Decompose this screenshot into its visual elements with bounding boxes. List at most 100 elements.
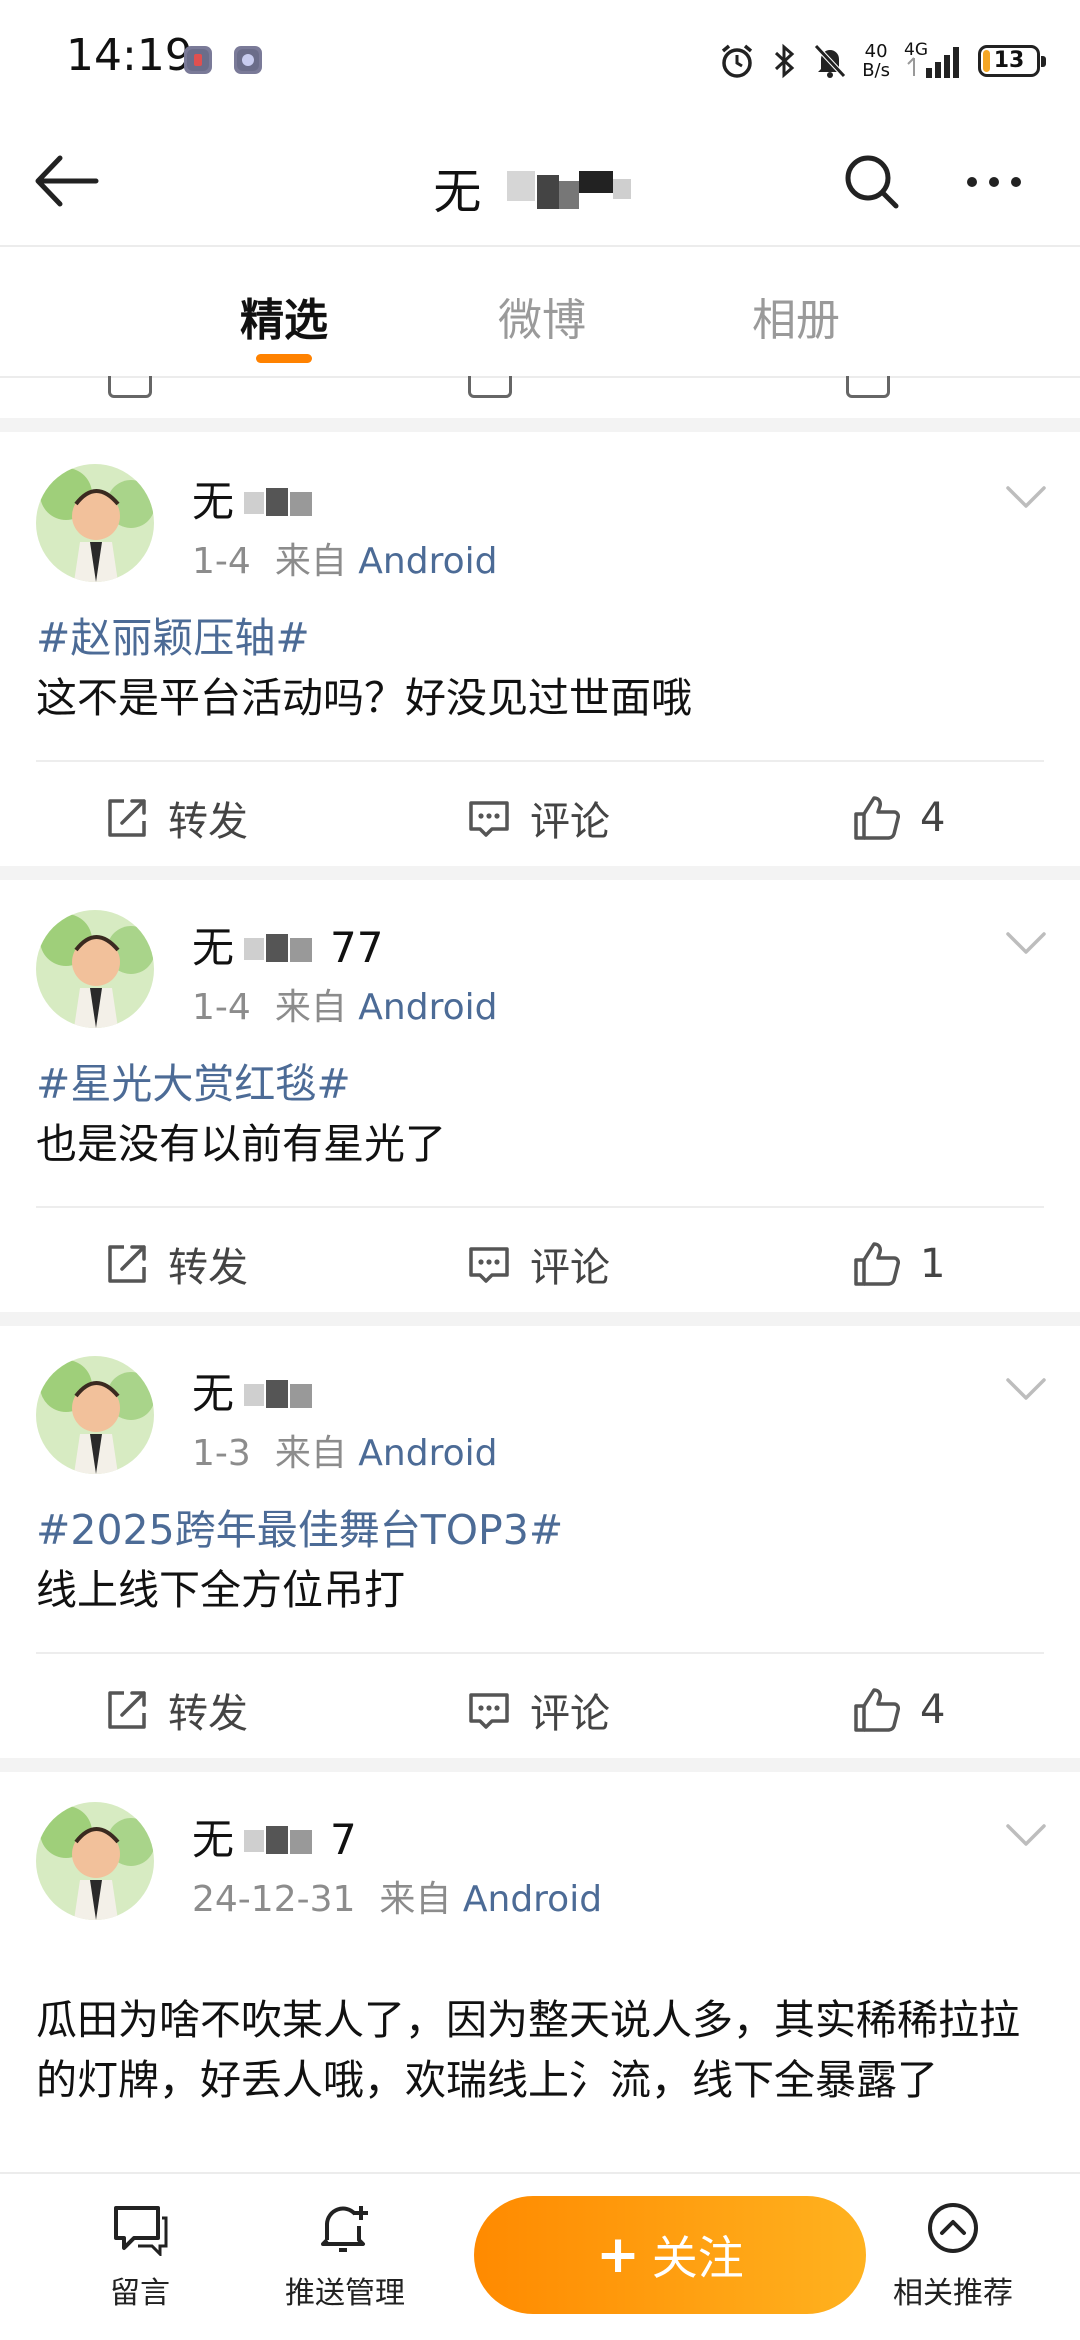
post-card[interactable]: 无 7 24-12-31 来自 Android 瓜田为啥不吹某人了，因为整天说人多，其实… — [0, 1758, 1080, 2198]
signal-icon: 4G — [904, 40, 964, 80]
post-username[interactable]: 无 — [192, 1360, 330, 1424]
like-icon — [846, 376, 890, 398]
like-icon — [854, 1242, 900, 1286]
redacted-username-block — [234, 1370, 330, 1424]
like-button[interactable]: 1 — [852, 1236, 945, 1292]
avatar[interactable] — [36, 910, 154, 1028]
repost-button[interactable]: 转发 — [104, 1236, 248, 1292]
repost-button[interactable]: 转发 — [104, 790, 248, 846]
post-text: #星光大赏红毯# 也是没有以前有星光了 — [36, 1054, 1046, 1174]
post-meta: 24-12-31 来自 Android — [192, 1870, 602, 1922]
redacted-username-block — [234, 478, 330, 532]
repost-icon — [108, 799, 146, 837]
more-icon[interactable] — [962, 150, 1026, 214]
avatar[interactable] — [36, 1356, 154, 1474]
alarm-icon — [722, 44, 753, 78]
post-source: Android — [358, 987, 498, 1028]
message-icon — [114, 2206, 168, 2258]
action-divider — [36, 1206, 1044, 1208]
post-topic-link[interactable]: #星光大赏红毯# — [36, 1054, 1046, 1114]
post-body: 瓜田为啥不吹某人了，因为整天说人多，其实稀稀拉拉的灯牌，好丢人哦，欢瑞线上氵流，… — [36, 1996, 1020, 2104]
profile-tabs: 精选 微博 相册 — [0, 246, 1080, 376]
tab-featured[interactable]: 精选 — [240, 284, 328, 348]
post-from: 来自 — [379, 1879, 452, 1920]
redacted-username-block — [234, 924, 330, 978]
post-topic-link[interactable]: #2025跨年最佳舞台TOP3# — [36, 1500, 1046, 1560]
avatar[interactable] — [36, 1802, 154, 1920]
net-speed: 40 B/s — [862, 41, 890, 81]
post-source: Android — [358, 541, 498, 582]
bottom-bar: 留言 推送管理 + 关注 相关推荐 — [0, 2172, 1080, 2340]
comment-icon — [468, 376, 512, 398]
status-bar: 14:19 40 B/s 4G 13 — [0, 0, 1080, 120]
action-divider — [36, 1652, 1044, 1654]
previous-post-actions — [0, 376, 1080, 418]
tab-album[interactable]: 相册 — [752, 284, 840, 348]
post-text: #2025跨年最佳舞台TOP3# 线上线下全方位吊打 — [36, 1500, 1046, 1620]
comment-button[interactable]: 评论 — [466, 1236, 610, 1292]
redacted-username-block — [234, 1816, 330, 1870]
post-date: 1-3 — [192, 1433, 251, 1474]
repost-button[interactable]: 转发 — [104, 1682, 248, 1738]
post-username[interactable]: 无 — [192, 468, 330, 532]
post-meta: 1-3 来自 Android — [192, 1424, 497, 1476]
like-button[interactable]: 4 — [852, 790, 945, 846]
post-source: Android — [462, 1879, 603, 1920]
bluetooth-icon — [775, 43, 795, 79]
repost-icon — [108, 1691, 146, 1729]
post-text: #赵丽颖压轴# 这不是平台活动吗？好没见过世面哦 — [36, 608, 1046, 728]
like-button[interactable]: 4 — [852, 1682, 945, 1738]
avatar[interactable] — [36, 464, 154, 582]
post-meta: 1-4 来自 Android — [192, 532, 497, 584]
redacted-name-block — [497, 161, 647, 229]
post-source: Android — [358, 1433, 498, 1474]
like-icon — [854, 796, 900, 840]
comment-button[interactable]: 评论 — [466, 790, 610, 846]
notification-icon — [184, 46, 212, 74]
nav-bar: 无 — [0, 120, 1080, 245]
status-time: 14:19 — [66, 30, 193, 81]
repost-icon — [108, 1245, 146, 1283]
post-from: 来自 — [274, 1433, 347, 1474]
post-date: 1-4 — [192, 987, 251, 1028]
post-date: 1-4 — [192, 541, 251, 582]
post-from: 来自 — [274, 541, 347, 582]
post-from: 来自 — [274, 987, 347, 1028]
mute-icon — [814, 44, 847, 78]
chevron-down-icon[interactable] — [1004, 482, 1048, 512]
push-manage-button[interactable]: 推送管理 — [260, 2200, 430, 2312]
message-button[interactable]: 留言 — [55, 2200, 225, 2312]
bell-plus-icon — [321, 2206, 368, 2252]
tab-weibo[interactable]: 微博 — [498, 284, 586, 348]
profile-title: 无 — [0, 152, 1080, 229]
post-meta: 1-4 来自 Android — [192, 978, 497, 1030]
chevron-up-circle-icon — [928, 2203, 978, 2253]
post-card[interactable]: 无 77 1-4 来自 Android #星光大赏红毯# 也是没有以前有星光了转发 评论 1 — [0, 866, 1080, 1326]
post-body: 这不是平台活动吗？好没见过世面哦 — [36, 674, 692, 722]
tab-indicator — [256, 354, 312, 363]
app-notification-icon — [234, 46, 262, 74]
post-date: 24-12-31 — [192, 1879, 356, 1920]
post-topic-link[interactable]: #赵丽颖压轴# — [36, 608, 1046, 668]
related-recommend-button[interactable]: 相关推荐 — [868, 2200, 1038, 2312]
status-icons: 40 B/s 4G 13 — [718, 36, 1046, 86]
comment-icon — [469, 801, 509, 837]
post-body: 也是没有以前有星光了 — [36, 1120, 446, 1168]
comment-button[interactable]: 评论 — [466, 1682, 610, 1738]
post-card[interactable]: 无 1-3 来自 Android #2025跨年最佳舞台TOP3# 线上线下全方位吊打转… — [0, 1312, 1080, 1772]
chevron-down-icon[interactable] — [1004, 1374, 1048, 1404]
action-divider — [36, 760, 1044, 762]
follow-button[interactable]: + 关注 — [474, 2196, 866, 2314]
post-body: 线上线下全方位吊打 — [36, 1566, 405, 1614]
comment-icon — [469, 1693, 509, 1729]
chevron-down-icon[interactable] — [1004, 928, 1048, 958]
post-username[interactable]: 无7 — [192, 1806, 357, 1870]
post-card[interactable]: 无 1-4 来自 Android #赵丽颖压轴# 这不是平台活动吗？好没见过世面哦转发 评… — [0, 420, 1080, 880]
like-icon — [854, 1688, 900, 1732]
battery-icon: 13 — [978, 45, 1046, 77]
post-username[interactable]: 无 77 — [192, 914, 383, 978]
post-text: 瓜田为啥不吹某人了，因为整天说人多，其实稀稀拉拉的灯牌，好丢人哦，欢瑞线上氵流，… — [36, 1990, 1046, 2110]
chevron-down-icon[interactable] — [1004, 1820, 1048, 1850]
search-icon[interactable] — [840, 150, 904, 214]
comment-icon — [469, 1247, 509, 1283]
